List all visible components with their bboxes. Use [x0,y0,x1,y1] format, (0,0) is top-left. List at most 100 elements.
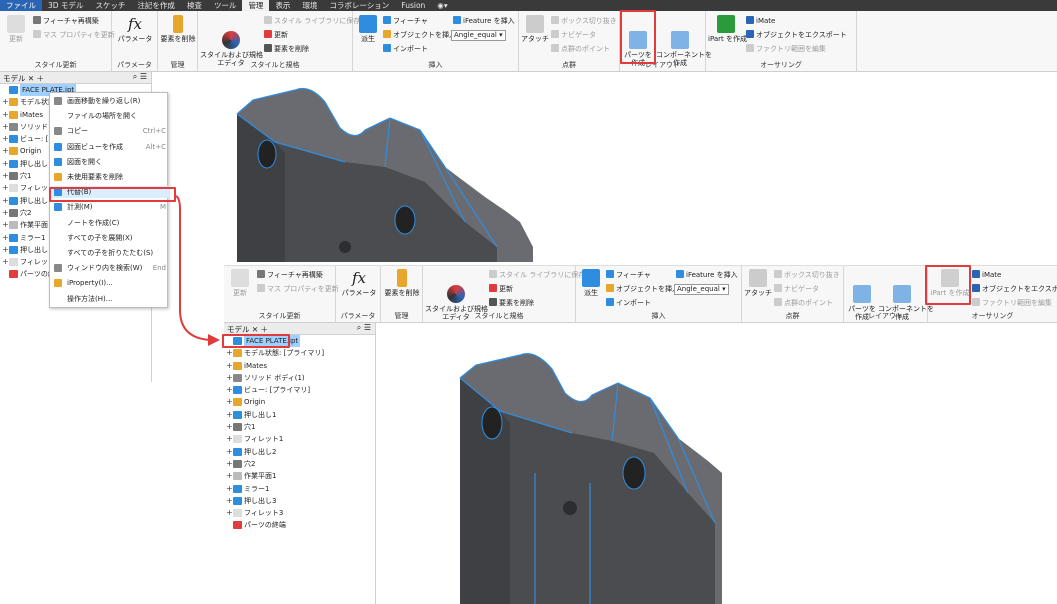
tab-annotate[interactable]: 注記を作成 [131,0,181,11]
rebuild-button[interactable]: フィーチャ再構築 [43,17,99,25]
cloud-point-button[interactable]: 点群のポイント [561,45,610,53]
import-button-2[interactable]: インポート [616,299,651,307]
expand-icon[interactable]: + [226,483,233,495]
update-button[interactable]: 更新 [3,15,29,43]
context-menu-item[interactable]: コピー Ctrl+C [50,125,169,137]
expand-icon[interactable]: + [2,232,9,244]
angle-dropdown[interactable]: Angle_equal ▾ [451,30,506,41]
purge-style-button-2[interactable]: 要素を削除 [499,299,534,307]
factory-range-button-2[interactable]: ファクトリ範囲を編集 [982,299,1052,307]
tab-extra-icon[interactable]: ◉▾ [431,0,453,11]
save-library-button[interactable]: スタイル ライブラリに保存 [274,17,360,25]
update-style-button[interactable]: 更新 [274,31,288,39]
box-crop-button[interactable]: ボックス切り抜き [561,17,617,25]
tab-manage[interactable]: 管理 [242,0,270,11]
save-library-button-2[interactable]: スタイル ライブラリに保存 [499,271,585,279]
context-menu-item[interactable]: すべての子を展開(X) [50,232,169,244]
expand-icon[interactable]: + [226,409,233,421]
expand-icon[interactable]: + [226,470,233,482]
expand-icon[interactable]: + [2,219,9,231]
expand-icon[interactable]: + [226,507,233,519]
tab-sketch[interactable]: スケッチ [89,0,131,11]
context-menu-item[interactable]: すべての子を折りたたむ(S) [50,247,169,259]
tree-node[interactable]: パーツの終端 [224,519,375,531]
expand-icon[interactable]: + [226,421,233,433]
context-menu-item[interactable]: ノートを作成(C) [50,217,169,229]
expand-icon[interactable]: + [2,256,9,268]
context-menu-item[interactable]: iProperty(I)... [50,277,169,289]
expand-icon[interactable]: + [226,384,233,396]
expand-icon[interactable]: + [2,145,9,157]
expand-icon[interactable]: + [2,133,9,145]
box-crop-button-2[interactable]: ボックス切り抜き [784,271,840,279]
expand-icon[interactable]: + [226,458,233,470]
insert-object-button-2[interactable]: オブジェクトを挿入 [616,285,679,293]
export-object-button-2[interactable]: オブジェクトをエクスポート [982,285,1057,293]
context-menu-item[interactable]: 図面ビューを作成 Alt+C [50,141,169,153]
update-button-2[interactable]: 更新 [227,269,253,297]
create-ipart-button[interactable]: iPart を作成 [708,15,747,43]
insert-object-button[interactable]: オブジェクトを挿入 [393,31,456,39]
tree-node[interactable]: + 押し出し2 [224,446,375,458]
feature-button[interactable]: フィーチャ [393,17,428,25]
context-menu-item[interactable]: 計測(M) M [50,201,169,213]
expand-icon[interactable]: + [2,195,9,207]
factory-range-button[interactable]: ファクトリ範囲を編集 [756,45,826,53]
attach-button-2[interactable]: アタッチ [744,269,772,297]
expand-icon[interactable]: + [2,207,9,219]
parameters-button[interactable]: fx パラメータ [116,15,154,43]
search-icon[interactable]: ⌕ ☰ [133,72,147,82]
derive-button-2[interactable]: 派生 [579,269,603,297]
context-menu-item[interactable]: ウィンドウ内を検索(W) End [50,262,169,274]
tab-inspect[interactable]: 検査 [181,0,208,11]
tab-tools[interactable]: ツール [208,0,243,11]
imate-button-2[interactable]: iMate [982,271,1001,279]
feature-button-2[interactable]: フィーチャ [616,271,651,279]
tree-node[interactable]: + ソリッド ボディ(1) [224,372,375,384]
tab-fusion[interactable]: Fusion [395,0,431,11]
tab-collaborate[interactable]: コラボレーション [323,0,395,11]
tab-file[interactable]: ファイル [0,0,42,11]
context-menu-item[interactable]: 図面を開く [50,156,169,168]
expand-icon[interactable]: + [226,372,233,384]
angle-dropdown-2[interactable]: Angle_equal ▾ [674,284,729,295]
navigator-button-2[interactable]: ナビゲータ [784,285,819,293]
tree-node[interactable]: + モデル状態: [プライマリ] [224,347,375,359]
tree-node[interactable]: + iMates [224,360,375,372]
import-button[interactable]: インポート [393,45,428,53]
tree-node[interactable]: + ミラー1 [224,483,375,495]
mass-props-button-2[interactable]: マス プロパティを更新 [267,285,339,293]
context-menu-item[interactable]: 未使用要素を削除 [50,171,169,183]
navigator-button[interactable]: ナビゲータ [561,31,596,39]
expand-icon[interactable]: + [2,182,9,194]
delete-element-button[interactable]: 要素を削除 [159,15,197,43]
expand-icon[interactable]: + [2,121,9,133]
imate-button[interactable]: iMate [756,17,775,25]
tree-node[interactable]: + 穴2 [224,458,375,470]
tab-environment[interactable]: 環境 [296,0,323,11]
search-icon[interactable]: ⌕ ☰ [357,323,371,333]
tree-node[interactable]: + フィレット1 [224,433,375,445]
tree-node[interactable]: + 穴1 [224,421,375,433]
tree-node[interactable]: + ビュー: [プライマリ] [224,384,375,396]
tab-model[interactable]: モデル ✕ ＋ [3,73,44,84]
context-menu-item[interactable]: 画面移動を繰り返し(R) [50,95,169,107]
expand-icon[interactable]: + [226,446,233,458]
tree-node[interactable]: + 押し出し1 [224,409,375,421]
expand-icon[interactable]: + [226,433,233,445]
update-style-button-2[interactable]: 更新 [499,285,513,293]
insert-ifeature-button-2[interactable]: iFeature を挿入 [686,271,738,279]
expand-icon[interactable]: + [2,158,9,170]
tree-node[interactable]: + フィレット3 [224,507,375,519]
expand-icon[interactable]: + [2,170,9,182]
expand-icon[interactable]: + [2,96,9,108]
tree-node[interactable]: + Origin [224,396,375,408]
expand-icon[interactable]: + [226,495,233,507]
tree-node[interactable]: + 押し出し3 [224,495,375,507]
context-menu-item[interactable]: 操作方法(H)... [50,293,169,305]
expand-icon[interactable]: + [226,396,233,408]
context-menu-item[interactable]: ファイルの場所を開く [50,110,169,122]
delete-element-button-2[interactable]: 要素を削除 [382,269,422,297]
parameters-button-2[interactable]: fx パラメータ [340,269,378,297]
mass-props-button[interactable]: マス プロパティを更新 [43,31,115,39]
